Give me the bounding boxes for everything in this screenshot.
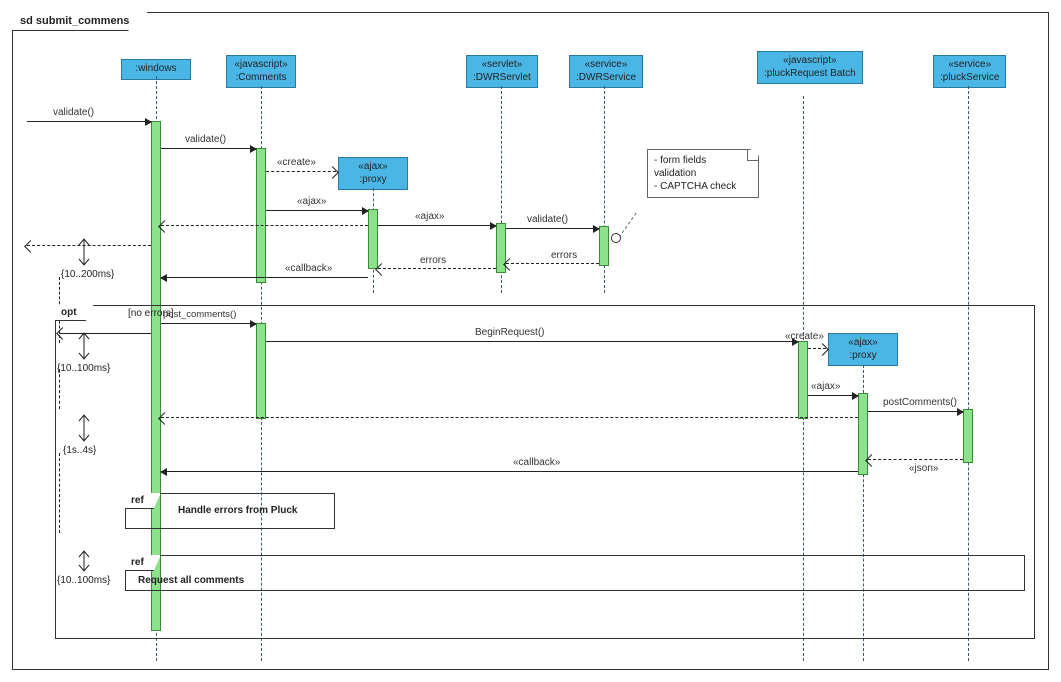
label-create2: «create» bbox=[783, 331, 826, 342]
note-anchor-circle bbox=[611, 233, 621, 243]
note-connector bbox=[619, 213, 637, 238]
label-ajax3: «ajax» bbox=[809, 381, 842, 392]
participant-label: :pluckRequest Batch bbox=[764, 68, 856, 81]
label-begin: BeginRequest() bbox=[473, 327, 546, 338]
participant-label: :DWRService bbox=[576, 72, 636, 85]
msg-postcomments bbox=[868, 411, 963, 412]
msg-begin bbox=[266, 341, 798, 342]
label-ajax2: «ajax» bbox=[413, 211, 446, 222]
activation-comments-1 bbox=[256, 148, 266, 283]
label-validate-srv: validate() bbox=[525, 214, 570, 225]
activation-dwrservice bbox=[599, 226, 609, 266]
duration-dash-2 bbox=[59, 369, 60, 409]
duration-arrow-2 bbox=[73, 329, 95, 363]
msg-validate-srv bbox=[506, 228, 599, 229]
activation-proxy1 bbox=[368, 209, 378, 269]
msg-post bbox=[161, 323, 256, 324]
msg-callback2 bbox=[161, 471, 858, 472]
msg-ajax3-return bbox=[161, 417, 858, 418]
participant-comments: «javascript» :Comments bbox=[226, 55, 296, 88]
label-errors2: errors bbox=[418, 255, 448, 266]
participant-pluckservice: «service» :pluckService bbox=[933, 55, 1006, 88]
msg-validate-in bbox=[27, 121, 151, 122]
fragment-ref1: ref Handle errors from Pluck bbox=[125, 493, 335, 529]
fragment-tag-ref2: ref bbox=[125, 555, 161, 571]
constraint-4: {10..100ms} bbox=[57, 575, 110, 586]
duration-arrow-4 bbox=[73, 547, 95, 575]
msg-callback1 bbox=[161, 277, 368, 278]
note-line: validation bbox=[654, 167, 752, 180]
label-post: post_comments() bbox=[161, 309, 238, 320]
participant-label: :pluckService bbox=[940, 72, 999, 85]
msg-ajax2 bbox=[378, 225, 496, 226]
constraint-2: {10..100ms} bbox=[57, 363, 110, 374]
stereotype-label: «ajax» bbox=[345, 161, 401, 174]
constraint-1: {10..200ms} bbox=[61, 269, 114, 280]
label-json: «json» bbox=[907, 463, 940, 474]
sequence-diagram-frame: sd submit_commens :windows «javascript» … bbox=[12, 12, 1049, 670]
note-line: - form fields bbox=[654, 154, 752, 167]
msg-validate-js bbox=[161, 148, 256, 149]
fragment-ref2: ref Request all comments bbox=[125, 555, 1025, 591]
stereotype-label: «servlet» bbox=[473, 59, 531, 72]
msg-errors2 bbox=[378, 268, 496, 269]
label-postc: postComments() bbox=[881, 397, 959, 408]
duration-dash-3 bbox=[59, 453, 60, 533]
label-validate-js: validate() bbox=[183, 134, 228, 145]
duration-arrow-1 bbox=[73, 235, 95, 269]
label-create1: «create» bbox=[275, 157, 318, 168]
participant-servlet: «servlet» :DWRServlet bbox=[466, 55, 538, 88]
label-callback2: «callback» bbox=[511, 457, 562, 468]
participant-batch: «javascript» :pluckRequest Batch bbox=[757, 51, 863, 84]
note-line: - CAPTCHA check bbox=[654, 180, 752, 193]
participant-label: :windows bbox=[128, 63, 184, 76]
ref1-text: Handle errors from Pluck bbox=[178, 505, 297, 516]
constraint-3: {1s..4s} bbox=[63, 445, 96, 456]
ref2-text: Request all comments bbox=[138, 575, 244, 586]
participant-proxy1: «ajax» :proxy bbox=[338, 157, 408, 190]
stereotype-label: «javascript» bbox=[764, 55, 856, 68]
frame-title: sd submit_commens bbox=[12, 12, 148, 31]
msg-errors1 bbox=[506, 263, 599, 264]
fragment-tag-opt: opt bbox=[55, 305, 94, 321]
note-validation: - form fields validation - CAPTCHA check bbox=[647, 149, 759, 198]
label-validate-in: validate() bbox=[51, 107, 96, 118]
msg-json bbox=[868, 459, 963, 460]
participant-label: :Comments bbox=[233, 72, 289, 85]
msg-create2 bbox=[808, 348, 826, 349]
msg-ajax1 bbox=[266, 210, 368, 211]
label-errors1: errors bbox=[549, 250, 579, 261]
participant-label: :DWRServlet bbox=[473, 72, 531, 85]
participant-dwrservice: «service» :DWRService bbox=[569, 55, 643, 88]
label-ajax1: «ajax» bbox=[295, 196, 328, 207]
label-callback1: «callback» bbox=[283, 263, 334, 274]
msg-ajax-return bbox=[161, 225, 368, 226]
stereotype-label: «javascript» bbox=[233, 59, 289, 72]
fragment-tag-ref: ref bbox=[125, 493, 161, 509]
stereotype-label: «service» bbox=[576, 59, 636, 72]
stereotype-label: «service» bbox=[940, 59, 999, 72]
msg-ajax3 bbox=[808, 395, 858, 396]
duration-arrow-3 bbox=[73, 411, 95, 445]
participant-label: :proxy bbox=[345, 174, 401, 187]
msg-create-proxy1 bbox=[266, 171, 336, 172]
